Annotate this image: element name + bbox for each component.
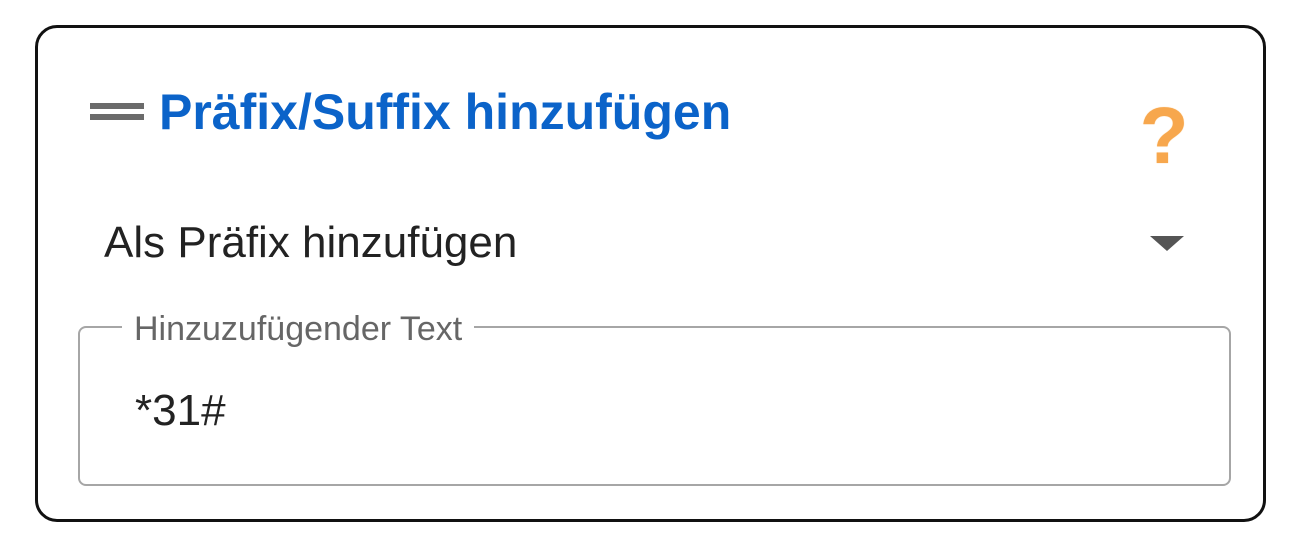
text-to-add-value[interactable]: *31# (135, 386, 226, 436)
card-title: Präfix/Suffix hinzufügen (159, 84, 732, 140)
card-header: Präfix/Suffix hinzufügen (90, 82, 731, 142)
question-mark-icon[interactable]: ? (1134, 94, 1194, 178)
drag-handle-icon[interactable] (90, 102, 144, 122)
mode-select[interactable]: Als Präfix hinzufügen (104, 213, 1184, 273)
caret-down-icon (1150, 235, 1184, 251)
prefix-suffix-card: Präfix/Suffix hinzufügen ? Als Präfix hi… (35, 25, 1266, 522)
mode-select-value: Als Präfix hinzufügen (104, 218, 518, 267)
text-to-add-label: Hinzuzufügender Text (122, 310, 475, 348)
text-to-add-field[interactable]: Hinzuzufügender Text *31# (78, 310, 1231, 486)
